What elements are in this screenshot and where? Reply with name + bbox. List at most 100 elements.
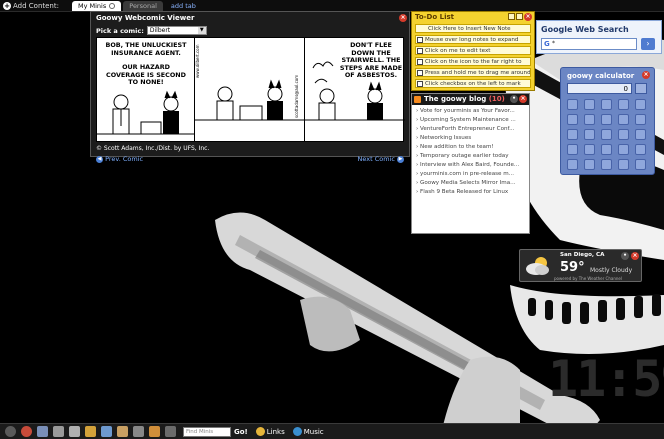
todo-item[interactable]: Click on me to edit text (415, 46, 531, 55)
calculator-key[interactable] (584, 129, 595, 140)
prev-comic-label: Prev. Comic (105, 155, 144, 163)
arrow-right-icon: ▶ (397, 155, 404, 163)
add-content-button[interactable]: + Add Content: (0, 1, 70, 10)
tab-my-minis[interactable]: My Minis (72, 0, 122, 11)
blog-item[interactable]: › Interview with Alex Baird, Founde... (416, 161, 528, 170)
links-button[interactable]: Links (255, 427, 285, 436)
folder-icon[interactable] (53, 426, 64, 437)
notes-icon[interactable] (85, 426, 96, 437)
add-tab-button[interactable]: add tab (165, 1, 202, 11)
settings-icon[interactable]: • (621, 252, 629, 260)
calculator-key[interactable] (584, 159, 595, 170)
music-button[interactable]: Music (292, 427, 324, 436)
calculator-key[interactable] (601, 144, 612, 155)
tab-personal[interactable]: Personal (123, 0, 163, 11)
plus-icon: + (3, 1, 11, 10)
calculator-key[interactable] (584, 99, 595, 110)
svg-text:scottadams@aol.com: scottadams@aol.com (294, 75, 299, 118)
close-icon[interactable]: × (519, 95, 527, 103)
blog-item-title: Networking Issues (420, 135, 472, 141)
weather-condition: Mostly Cloudy (590, 267, 633, 274)
unread-count: (10) (488, 95, 505, 103)
next-comic-button[interactable]: Next Comic ▶ (357, 155, 404, 163)
search-go-button[interactable]: › (641, 38, 655, 50)
todo-checkbox[interactable] (417, 80, 423, 87)
widget-title: goowy calculator (567, 72, 635, 80)
blog-item[interactable]: › New addition to the team! (416, 143, 528, 152)
home-icon[interactable] (5, 426, 16, 437)
list-icon[interactable] (516, 13, 523, 20)
calculator-key[interactable] (601, 99, 612, 110)
calculator-key[interactable] (584, 144, 595, 155)
calculator-key[interactable] (635, 159, 646, 170)
blog-item[interactable]: › Networking Issues (416, 134, 528, 143)
todo-item[interactable]: Mouse over long notes to expand (415, 35, 531, 44)
calculator-key[interactable] (635, 99, 646, 110)
blog-item[interactable]: › VentureForth Entrepreneur Conf... (416, 125, 528, 134)
calculator-key[interactable] (567, 129, 578, 140)
close-icon[interactable]: × (642, 71, 650, 79)
add-content-label: Add Content: (13, 1, 59, 10)
find-minis-input[interactable]: Find Minis (183, 426, 231, 437)
calculator-key[interactable] (567, 144, 578, 155)
todo-item-text: Press and hold me to drag me around (425, 69, 531, 76)
blog-item[interactable]: › Temporary outage earlier today (416, 152, 528, 161)
weather-icon[interactable] (117, 426, 128, 437)
calculator-key[interactable] (567, 159, 578, 170)
close-icon[interactable]: × (631, 252, 639, 260)
calculator-key[interactable] (635, 144, 646, 155)
calculator-key[interactable] (618, 114, 629, 125)
todo-item[interactable]: Press and hold me to drag me around (415, 68, 531, 77)
calculator-key[interactable] (601, 159, 612, 170)
blog-item[interactable]: › Flash 9 Beta Released for Linux (416, 188, 528, 197)
calculator-key[interactable] (618, 159, 629, 170)
todo-item[interactable]: Click on the icon to the far right to (415, 57, 531, 66)
blog-item[interactable]: › yourminis.com in pre-release m... (416, 170, 528, 179)
todo-checkbox[interactable] (417, 36, 423, 43)
calculator-key[interactable] (618, 129, 629, 140)
todo-checkbox[interactable] (417, 47, 423, 54)
calculator-key[interactable] (635, 129, 646, 140)
tab-label: add tab (170, 1, 196, 10)
prev-comic-button[interactable]: ◀ Prev. Comic (96, 155, 143, 163)
comic-panel-3: DON'T FLEE DOWN THE STAIRWELL. THE STEPS… (305, 38, 405, 141)
calculator-key[interactable] (618, 99, 629, 110)
photo-icon[interactable] (133, 426, 144, 437)
calculator-key[interactable] (567, 99, 578, 110)
settings-icon[interactable]: • (510, 95, 518, 103)
tools-icon[interactable] (69, 426, 80, 437)
todo-item[interactable]: Click checkbox on the left to mark (415, 79, 531, 88)
blog-item[interactable]: › Goowy Media Selects Mirror Ima... (416, 179, 528, 188)
calculator-key[interactable] (635, 114, 646, 125)
calculator-key[interactable] (601, 114, 612, 125)
blog-item[interactable]: › Vote for yourminis as Your Favor... (416, 107, 528, 116)
blog-item-title: Interview with Alex Baird, Founde... (420, 162, 520, 168)
panel-1-art (97, 90, 194, 135)
calculator-key[interactable] (584, 114, 595, 125)
comic-credit: © Scott Adams, Inc./Dist. by UFS, Inc. (96, 145, 210, 152)
calculator-key[interactable] (567, 114, 578, 125)
blog-item[interactable]: › Upcoming System Maintenance ... (416, 116, 528, 125)
close-icon[interactable]: × (399, 14, 407, 22)
clock-icon[interactable] (21, 426, 32, 437)
settings-icon[interactable] (165, 426, 176, 437)
blog-header: The goowy blog (10) • × (412, 94, 529, 105)
widget-title: Goowy Webcomic Viewer (96, 14, 195, 22)
games-icon[interactable] (149, 426, 160, 437)
calendar-icon[interactable] (101, 426, 112, 437)
calculator-key[interactable] (601, 129, 612, 140)
note-icon[interactable] (508, 13, 515, 20)
todo-item-text: Click on me to edit text (425, 47, 491, 54)
search-input[interactable]: G * (541, 38, 637, 50)
close-icon[interactable]: × (524, 13, 532, 21)
weather-widget: San Diego, CA 59° Mostly Cloudy powered … (519, 249, 642, 282)
mail-icon[interactable] (37, 426, 48, 437)
gear-icon[interactable] (109, 2, 116, 9)
clear-button[interactable] (635, 83, 647, 94)
go-button[interactable]: Go! (234, 428, 248, 436)
comic-select[interactable]: Dilbert ▼ (146, 26, 207, 35)
todo-checkbox[interactable] (417, 58, 423, 65)
calculator-key[interactable] (618, 144, 629, 155)
todo-checkbox[interactable] (417, 69, 423, 76)
todo-insert-note[interactable]: Click Here to Insert New Note (415, 24, 531, 33)
